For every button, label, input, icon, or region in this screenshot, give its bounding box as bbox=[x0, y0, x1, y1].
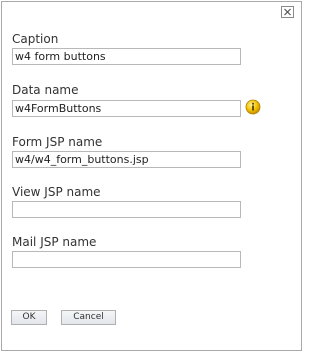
caption-input[interactable] bbox=[12, 48, 241, 65]
view-jsp-label: View JSP name bbox=[12, 185, 101, 199]
cancel-button[interactable]: Cancel bbox=[61, 310, 116, 325]
form-jsp-label: Form JSP name bbox=[12, 135, 103, 149]
info-icon[interactable] bbox=[245, 99, 261, 115]
mail-jsp-input[interactable] bbox=[12, 251, 241, 268]
data-name-label: Data name bbox=[12, 83, 79, 97]
form-jsp-input[interactable] bbox=[12, 151, 241, 168]
close-button[interactable] bbox=[281, 6, 294, 18]
dialog: Caption Data name Form JSP name View JSP… bbox=[1, 1, 302, 351]
mail-jsp-label: Mail JSP name bbox=[12, 235, 97, 249]
data-name-input[interactable] bbox=[12, 100, 241, 117]
close-x-icon bbox=[284, 8, 291, 16]
ok-button[interactable]: OK bbox=[11, 310, 47, 325]
view-jsp-input[interactable] bbox=[12, 201, 241, 218]
caption-label: Caption bbox=[12, 32, 59, 46]
